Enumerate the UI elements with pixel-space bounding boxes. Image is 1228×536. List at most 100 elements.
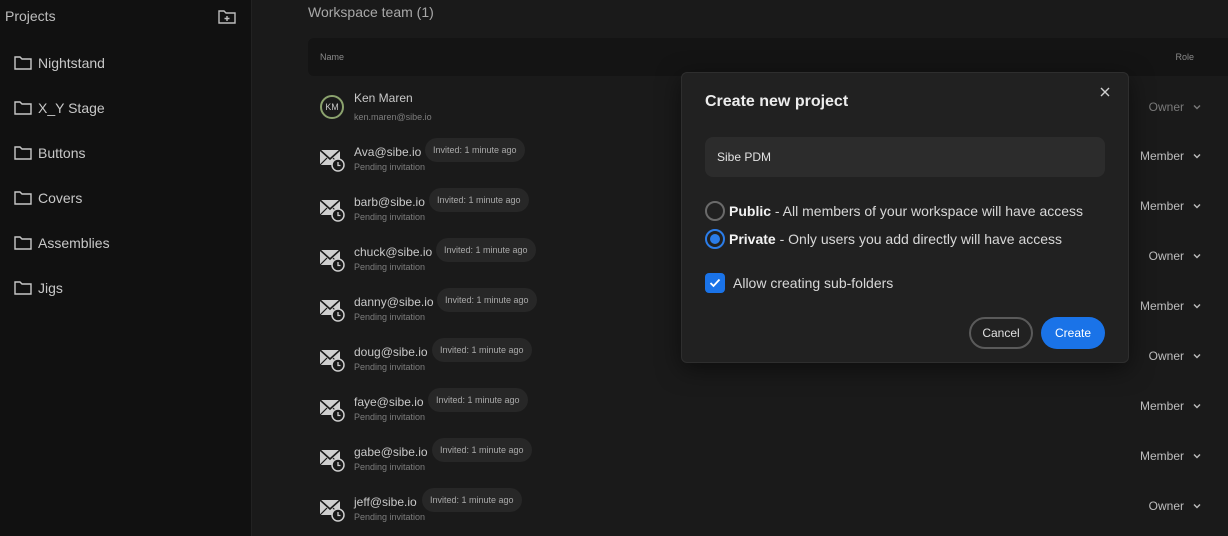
member-email: barb@sibe.io xyxy=(354,195,425,209)
status-badge: Invited: 1 minute ago xyxy=(429,188,529,212)
chevron-down-icon xyxy=(1193,254,1201,259)
radio-public[interactable] xyxy=(705,201,725,221)
chevron-down-icon xyxy=(1193,204,1201,209)
mail-clock-icon xyxy=(319,249,345,272)
folder-icon xyxy=(14,280,32,296)
member-email: jeff@sibe.io xyxy=(354,495,417,509)
create-project-dialog: Create new project Public - All members … xyxy=(681,72,1129,363)
role-select[interactable]: Member xyxy=(1140,449,1202,463)
member-name: Ken Maren xyxy=(354,91,413,105)
status-badge: Invited: 1 minute ago xyxy=(422,488,522,512)
mail-clock-icon xyxy=(319,399,345,422)
mail-clock-icon xyxy=(319,299,345,322)
member-status: Pending invitation xyxy=(354,312,426,322)
role-label: Member xyxy=(1139,449,1184,463)
role-label: Member xyxy=(1139,399,1184,413)
sidebar: Projects Nightstand X_Y Stage Buttons Co… xyxy=(0,0,252,536)
member-status: Pending invitation xyxy=(354,462,426,472)
page-title: Workspace team (1) xyxy=(308,4,434,20)
dialog-title: Create new project xyxy=(705,93,849,110)
private-text: - Only users you add directly will have … xyxy=(775,231,1063,247)
column-header-role: Role xyxy=(1175,52,1194,62)
member-email: faye@sibe.io xyxy=(354,395,424,409)
member-email: doug@sibe.io xyxy=(354,345,428,359)
cancel-button[interactable]: Cancel xyxy=(969,317,1033,349)
sidebar-item-xy-stage[interactable]: X_Y Stage xyxy=(0,85,251,130)
subfolders-label: Allow creating sub-folders xyxy=(733,275,894,291)
mail-clock-icon xyxy=(319,499,345,522)
radio-public-label: Public - All members of your workspace w… xyxy=(729,203,1083,219)
role-label: Member xyxy=(1139,299,1184,313)
sidebar-item-label: Jigs xyxy=(38,279,63,296)
column-header-name: Name xyxy=(320,52,345,62)
role-select[interactable]: Member xyxy=(1140,199,1202,213)
role-label: Owner xyxy=(1148,349,1184,363)
status-badge: Invited: 1 minute ago xyxy=(437,288,537,312)
member-email: ken.maren@sibe.io xyxy=(354,112,432,122)
sidebar-item-assemblies[interactable]: Assemblies xyxy=(0,220,251,265)
table-header: Name Role xyxy=(308,38,1228,76)
add-folder-icon[interactable] xyxy=(217,6,237,26)
role-select[interactable]: Owner xyxy=(1149,499,1202,513)
avatar: KM xyxy=(320,95,344,119)
chevron-down-icon xyxy=(1193,105,1201,110)
member-email: gabe@sibe.io xyxy=(354,445,428,459)
status-badge: Invited: 1 minute ago xyxy=(432,338,532,362)
member-status: Pending invitation xyxy=(354,362,426,372)
radio-private[interactable] xyxy=(705,229,725,249)
member-status: Pending invitation xyxy=(354,512,426,522)
chevron-down-icon xyxy=(1193,504,1201,509)
sidebar-item-label: Nightstand xyxy=(38,54,105,71)
folder-icon xyxy=(14,190,32,206)
sidebar-item-label: X_Y Stage xyxy=(38,99,105,116)
mail-clock-icon xyxy=(319,149,345,172)
status-badge: Invited: 1 minute ago xyxy=(425,138,525,162)
role-label: Owner xyxy=(1148,499,1184,513)
role-select[interactable]: Owner xyxy=(1149,100,1202,114)
chevron-down-icon xyxy=(1193,454,1201,459)
status-badge: Invited: 1 minute ago xyxy=(432,438,532,462)
sidebar-item-label: Covers xyxy=(38,189,83,206)
close-icon[interactable] xyxy=(1098,85,1112,99)
role-select[interactable]: Member xyxy=(1140,399,1202,413)
role-select[interactable]: Owner xyxy=(1149,249,1202,263)
mail-clock-icon xyxy=(319,349,345,372)
chevron-down-icon xyxy=(1193,354,1201,359)
chevron-down-icon xyxy=(1193,304,1201,309)
subfolders-checkbox[interactable] xyxy=(705,273,725,293)
sidebar-item-covers[interactable]: Covers xyxy=(0,175,251,220)
role-select[interactable]: Owner xyxy=(1149,349,1202,363)
visibility-private-option[interactable]: Private - Only users you add directly wi… xyxy=(705,228,1062,250)
sidebar-item-nightstand[interactable]: Nightstand xyxy=(0,40,251,85)
sidebar-title: Projects xyxy=(5,8,56,24)
table-row: jeff@sibe.io Invited: 1 minute ago Pendi… xyxy=(308,488,1228,536)
member-status: Pending invitation xyxy=(354,412,426,422)
mail-clock-icon xyxy=(319,449,345,472)
role-select[interactable]: Member xyxy=(1140,149,1202,163)
chevron-down-icon xyxy=(1193,404,1201,409)
sidebar-item-buttons[interactable]: Buttons xyxy=(0,130,251,175)
check-icon xyxy=(709,278,721,288)
folder-list: Nightstand X_Y Stage Buttons Covers Asse… xyxy=(0,40,251,310)
status-badge: Invited: 1 minute ago xyxy=(428,388,528,412)
create-button[interactable]: Create xyxy=(1041,317,1105,349)
role-label: Owner xyxy=(1148,249,1184,263)
mail-clock-icon xyxy=(319,199,345,222)
visibility-public-option[interactable]: Public - All members of your workspace w… xyxy=(705,200,1083,222)
public-strong: Public xyxy=(729,203,772,219)
folder-icon xyxy=(14,145,32,161)
private-strong: Private xyxy=(729,231,776,247)
sidebar-item-label: Assemblies xyxy=(38,234,110,251)
role-label: Member xyxy=(1139,199,1184,213)
member-status: Pending invitation xyxy=(354,212,426,222)
public-text: - All members of your workspace will hav… xyxy=(771,203,1084,219)
radio-private-label: Private - Only users you add directly wi… xyxy=(729,231,1062,247)
status-badge: Invited: 1 minute ago xyxy=(436,238,536,262)
member-email: chuck@sibe.io xyxy=(354,245,433,259)
subfolders-option[interactable]: Allow creating sub-folders xyxy=(705,272,893,294)
sidebar-item-jigs[interactable]: Jigs xyxy=(0,265,251,310)
project-name-input[interactable] xyxy=(705,137,1105,177)
role-select[interactable]: Member xyxy=(1140,299,1202,313)
role-label: Member xyxy=(1139,149,1184,163)
member-status: Pending invitation xyxy=(354,162,426,172)
